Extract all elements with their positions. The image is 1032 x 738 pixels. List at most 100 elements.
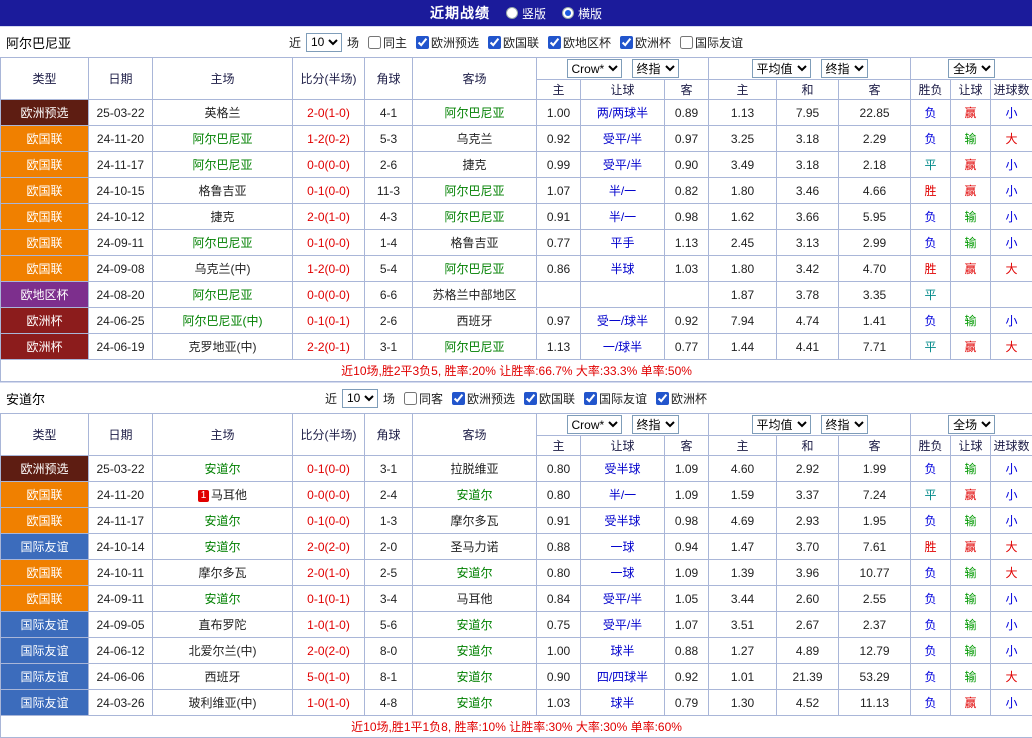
avg-away: 4.66: [839, 178, 911, 204]
odds-home: 0.80: [537, 482, 581, 508]
avg-draw: 3.96: [777, 560, 839, 586]
checkbox-icon[interactable]: [620, 36, 633, 49]
filter-checkbox-欧国联[interactable]: 欧国联: [488, 34, 539, 51]
checkbox-icon[interactable]: [404, 392, 417, 405]
corner-score: 5-3: [365, 126, 413, 152]
score: 1-2(0-2): [293, 126, 365, 152]
filter-checkbox-欧洲预选[interactable]: 欧洲预选: [452, 390, 515, 407]
filter-checkbox-欧洲预选[interactable]: 欧洲预选: [416, 34, 479, 51]
column-header: 客场: [413, 414, 537, 456]
avg-stage-select[interactable]: 终指: [821, 59, 868, 78]
recent-count-select[interactable]: 10: [306, 33, 342, 52]
result-handicap: 输: [951, 508, 991, 534]
scope-select[interactable]: 全场: [948, 415, 995, 434]
match-type-badge: 欧洲杯: [1, 308, 89, 334]
filter-checkbox-国际友谊[interactable]: 国际友谊: [584, 390, 647, 407]
odds-stage-select[interactable]: 终指: [632, 59, 679, 78]
avg-home: 3.49: [709, 152, 777, 178]
checkbox-icon[interactable]: [524, 392, 537, 405]
match-type-badge: 国际友谊: [1, 638, 89, 664]
filter-checkbox-同客[interactable]: 同客: [404, 390, 443, 407]
odds-home: 0.88: [537, 534, 581, 560]
scope-select[interactable]: 全场: [948, 59, 995, 78]
filter-games-label: 场: [383, 390, 395, 407]
results-table: 类型日期主场比分(半场)角球客场Crow*终指平均值终指全场主让球客主和客胜负让…: [0, 57, 1032, 382]
select-header-cell: Crow* 终指: [537, 58, 709, 80]
filter-label: 欧洲预选: [431, 34, 479, 51]
checkbox-icon[interactable]: [416, 36, 429, 49]
checkbox-icon[interactable]: [488, 36, 501, 49]
result-handicap: 赢: [951, 690, 991, 716]
view-option-vertical[interactable]: 竖版: [506, 5, 546, 22]
odds-stage-select[interactable]: 终指: [632, 415, 679, 434]
odds-company-select[interactable]: Crow*: [567, 59, 622, 78]
team-sections: 阿尔巴尼亚近10场同主欧洲预选欧国联欧地区杯欧洲杯国际友谊类型日期主场比分(半场…: [0, 26, 1032, 738]
filter-checkbox-欧洲杯[interactable]: 欧洲杯: [656, 390, 707, 407]
checkbox-icon[interactable]: [680, 36, 693, 49]
checkbox-icon[interactable]: [368, 36, 381, 49]
away-team: 阿尔巴尼亚: [413, 178, 537, 204]
odds-away: 0.89: [665, 100, 709, 126]
filter-checkbox-欧洲杯[interactable]: 欧洲杯: [620, 34, 671, 51]
avg-draw: 2.60: [777, 586, 839, 612]
score: 0-1(0-0): [293, 178, 365, 204]
checkbox-icon[interactable]: [452, 392, 465, 405]
match-type-badge: 欧洲预选: [1, 456, 89, 482]
result-outcome: 负: [911, 664, 951, 690]
team-section: 安道尔近10场同客欧洲预选欧国联国际友谊欧洲杯类型日期主场比分(半场)角球客场C…: [0, 382, 1032, 738]
column-header: 比分(半场): [293, 414, 365, 456]
avg-away: 2.99: [839, 230, 911, 256]
avg-away: 7.24: [839, 482, 911, 508]
handicap: 受半球: [581, 456, 665, 482]
filter-checkbox-国际友谊[interactable]: 国际友谊: [680, 34, 743, 51]
avg-odds-select[interactable]: 平均值: [752, 415, 811, 434]
checkbox-icon[interactable]: [548, 36, 561, 49]
filter-checkbox-欧地区杯[interactable]: 欧地区杯: [548, 34, 611, 51]
result-goals: 小: [991, 152, 1032, 178]
match-type-badge: 欧国联: [1, 178, 89, 204]
filter-checkbox-欧国联[interactable]: 欧国联: [524, 390, 575, 407]
odds-home: 0.90: [537, 664, 581, 690]
avg-draw: 3.18: [777, 126, 839, 152]
view-option-horizontal[interactable]: 横版: [562, 5, 602, 22]
result-goals: 小: [991, 456, 1032, 482]
home-team: 北爱尔兰(中): [153, 638, 293, 664]
odds-away: 0.92: [665, 664, 709, 690]
handicap: [581, 282, 665, 308]
radio-icon: [506, 7, 518, 19]
avg-draw: 3.13: [777, 230, 839, 256]
odds-away: 0.82: [665, 178, 709, 204]
odds-company-select[interactable]: Crow*: [567, 415, 622, 434]
result-handicap: 赢: [951, 178, 991, 204]
checkbox-icon[interactable]: [656, 392, 669, 405]
corner-score: 1-3: [365, 508, 413, 534]
avg-away: 2.55: [839, 586, 911, 612]
match-date: 24-10-15: [89, 178, 153, 204]
match-date: 24-06-12: [89, 638, 153, 664]
home-team: 克罗地亚(中): [153, 334, 293, 360]
filter-checkbox-同主[interactable]: 同主: [368, 34, 407, 51]
avg-odds-select[interactable]: 平均值: [752, 59, 811, 78]
score: 5-0(1-0): [293, 664, 365, 690]
filter-label: 同主: [383, 34, 407, 51]
result-goals: 小: [991, 100, 1032, 126]
recent-count-select[interactable]: 10: [342, 389, 378, 408]
avg-home: 1.59: [709, 482, 777, 508]
match-row: 国际友谊24-06-12北爱尔兰(中)2-0(2-0)8-0安道尔1.00球半0…: [1, 638, 1032, 664]
results-table: 类型日期主场比分(半场)角球客场Crow*终指平均值终指全场主让球客主和客胜负让…: [0, 413, 1032, 738]
checkbox-icon[interactable]: [584, 392, 597, 405]
home-team: 阿尔巴尼亚: [153, 230, 293, 256]
corner-score: 2-0: [365, 534, 413, 560]
avg-stage-select[interactable]: 终指: [821, 415, 868, 434]
avg-away: 5.95: [839, 204, 911, 230]
match-type-badge: 欧国联: [1, 204, 89, 230]
result-handicap: 赢: [951, 100, 991, 126]
match-type-badge: 国际友谊: [1, 612, 89, 638]
sub-column-header: 和: [777, 436, 839, 456]
odds-away: 0.79: [665, 690, 709, 716]
avg-away: 1.41: [839, 308, 911, 334]
corner-score: 8-0: [365, 638, 413, 664]
result-outcome: 胜: [911, 178, 951, 204]
home-team: 安道尔: [153, 534, 293, 560]
score: 1-0(1-0): [293, 612, 365, 638]
